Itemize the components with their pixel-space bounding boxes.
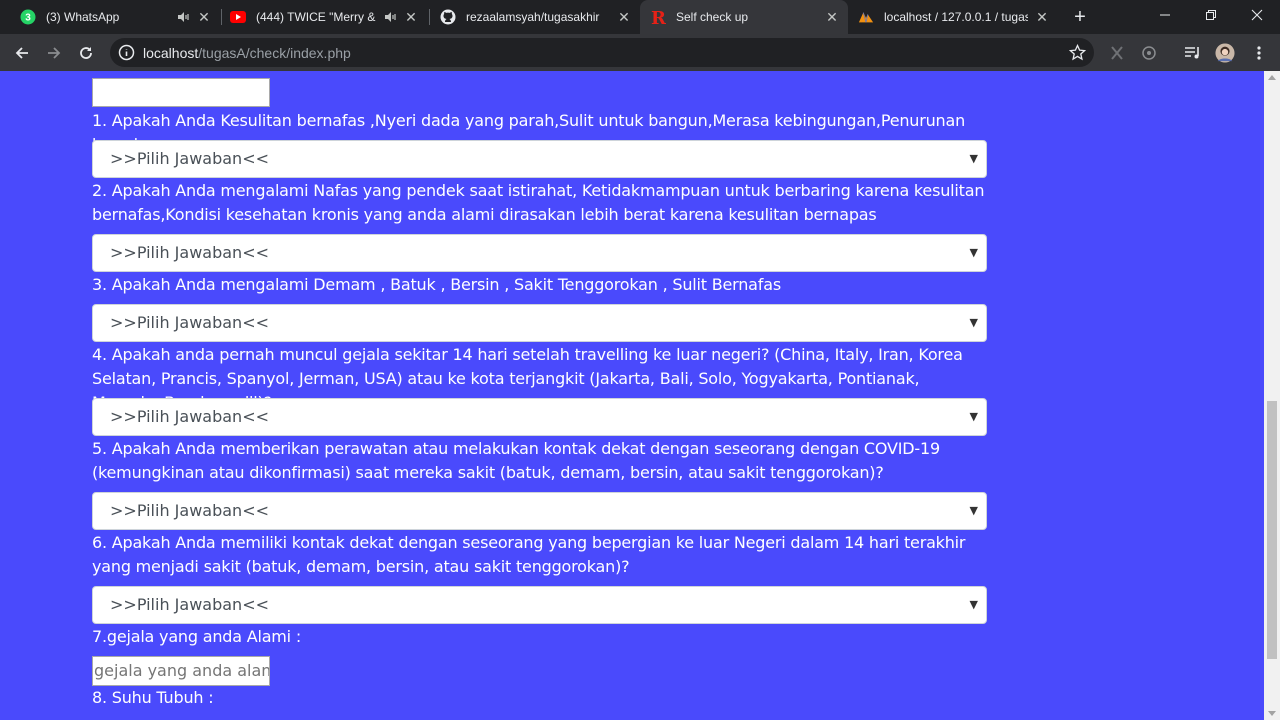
browser-toolbar: localhost/tugasA/check/index.php bbox=[0, 34, 1280, 71]
media-control-icon[interactable] bbox=[1183, 43, 1203, 63]
forward-arrow-icon bbox=[48, 47, 61, 59]
dropdown-caret-icon: ▼ bbox=[969, 410, 978, 423]
menu-kebab-icon[interactable] bbox=[1249, 43, 1269, 63]
whatsapp-icon: 3 bbox=[20, 9, 36, 25]
close-window-button[interactable] bbox=[1234, 0, 1280, 30]
reload-button[interactable] bbox=[72, 39, 100, 67]
tab-title: (444) TWICE "Merry & H bbox=[256, 10, 379, 24]
close-tab-icon[interactable]: ✕ bbox=[1034, 9, 1050, 25]
address-bar[interactable]: localhost/tugasA/check/index.php bbox=[110, 38, 1094, 67]
dropdown-caret-icon: ▼ bbox=[969, 598, 978, 611]
back-button[interactable] bbox=[8, 39, 36, 67]
speaker-icon[interactable] bbox=[383, 10, 397, 24]
tab-title: Self check up bbox=[676, 10, 749, 24]
restore-button[interactable] bbox=[1188, 0, 1234, 30]
tab-self-check-up[interactable]: R Self check up ✕ bbox=[640, 0, 848, 34]
tab-youtube[interactable]: (444) TWICE "Merry & H ✕ bbox=[222, 0, 427, 34]
back-arrow-icon bbox=[15, 47, 28, 59]
scroll-up-arrow-icon[interactable] bbox=[1268, 75, 1276, 80]
question-3: 3. Apakah Anda mengalami Demam , Batuk ,… bbox=[92, 275, 781, 294]
forward-button[interactable] bbox=[40, 39, 68, 67]
close-tab-icon[interactable]: ✕ bbox=[616, 9, 632, 25]
bookmark-star-icon[interactable] bbox=[1069, 44, 1086, 61]
r-logo-icon: R bbox=[650, 8, 666, 26]
question-8-label: 8. Suhu Tubuh : bbox=[92, 688, 214, 707]
reload-icon bbox=[80, 47, 92, 59]
question-2: 2. Apakah Anda mengalami Nafas yang pend… bbox=[92, 181, 985, 224]
speaker-icon[interactable] bbox=[176, 10, 190, 24]
answer-select-2[interactable]: >>Pilih Jawaban<< ▼ bbox=[92, 234, 987, 272]
tab-whatsapp[interactable]: 3 (3) WhatsApp ✕ bbox=[2, 0, 220, 34]
tab-github[interactable]: rezaalamsyah/tugasakhir ✕ bbox=[430, 0, 640, 34]
answer-select-1[interactable]: >>Pilih Jawaban<< ▼ bbox=[92, 140, 987, 178]
tab-strip: 3 (3) WhatsApp ✕ (444) TWICE "Merry & H … bbox=[0, 0, 1280, 34]
phpmyadmin-icon bbox=[858, 9, 874, 25]
dropdown-caret-icon: ▼ bbox=[969, 316, 978, 329]
avatar[interactable] bbox=[1215, 43, 1235, 63]
page-scrollbar[interactable] bbox=[1264, 71, 1280, 720]
extension-shield-icon[interactable] bbox=[1139, 43, 1159, 63]
tab-phpmyadmin[interactable]: localhost / 127.0.0.1 / tugas ✕ bbox=[850, 0, 1058, 34]
tab-title: rezaalamsyah/tugasakhir bbox=[466, 10, 600, 24]
answer-select-3[interactable]: >>Pilih Jawaban<< ▼ bbox=[92, 304, 987, 342]
url-text: localhost/tugasA/check/index.php bbox=[143, 45, 351, 61]
scrollbar-thumb[interactable] bbox=[1267, 401, 1277, 659]
scroll-down-arrow-icon[interactable] bbox=[1268, 711, 1276, 716]
new-tab-button[interactable]: + bbox=[1068, 5, 1092, 29]
extension-x-icon[interactable] bbox=[1107, 43, 1127, 63]
github-icon bbox=[440, 9, 456, 25]
youtube-icon bbox=[230, 9, 246, 25]
tab-title: localhost / 127.0.0.1 / tugas bbox=[884, 10, 1028, 24]
question-5: 5. Apakah Anda memberikan perawatan atau… bbox=[92, 439, 940, 482]
question-6: 6. Apakah Anda memiliki kontak dekat den… bbox=[92, 533, 966, 576]
answer-select-4[interactable]: >>Pilih Jawaban<< ▼ bbox=[92, 398, 987, 436]
dropdown-caret-icon: ▼ bbox=[969, 246, 978, 259]
question-7-label: 7.gejala yang anda Alami : bbox=[92, 627, 302, 646]
symptoms-input[interactable]: gejala yang anda alami bbox=[92, 656, 270, 686]
tab-title: (3) WhatsApp bbox=[46, 10, 120, 24]
info-icon[interactable] bbox=[118, 44, 135, 61]
close-tab-icon[interactable]: ✕ bbox=[824, 9, 840, 25]
page-body: 1. Apakah Anda Kesulitan bernafas ,Nyeri… bbox=[0, 71, 1264, 720]
answer-select-5[interactable]: >>Pilih Jawaban<< ▼ bbox=[92, 492, 987, 530]
dropdown-caret-icon: ▼ bbox=[969, 152, 978, 165]
answer-select-6[interactable]: >>Pilih Jawaban<< ▼ bbox=[92, 586, 987, 624]
tab-badge: 3 bbox=[25, 13, 31, 24]
minimize-button[interactable] bbox=[1142, 0, 1188, 30]
dropdown-caret-icon: ▼ bbox=[969, 504, 978, 517]
close-tab-icon[interactable]: ✕ bbox=[196, 9, 212, 25]
svg-text:R: R bbox=[651, 8, 666, 26]
top-text-input[interactable] bbox=[92, 78, 270, 107]
close-tab-icon[interactable]: ✕ bbox=[403, 9, 419, 25]
